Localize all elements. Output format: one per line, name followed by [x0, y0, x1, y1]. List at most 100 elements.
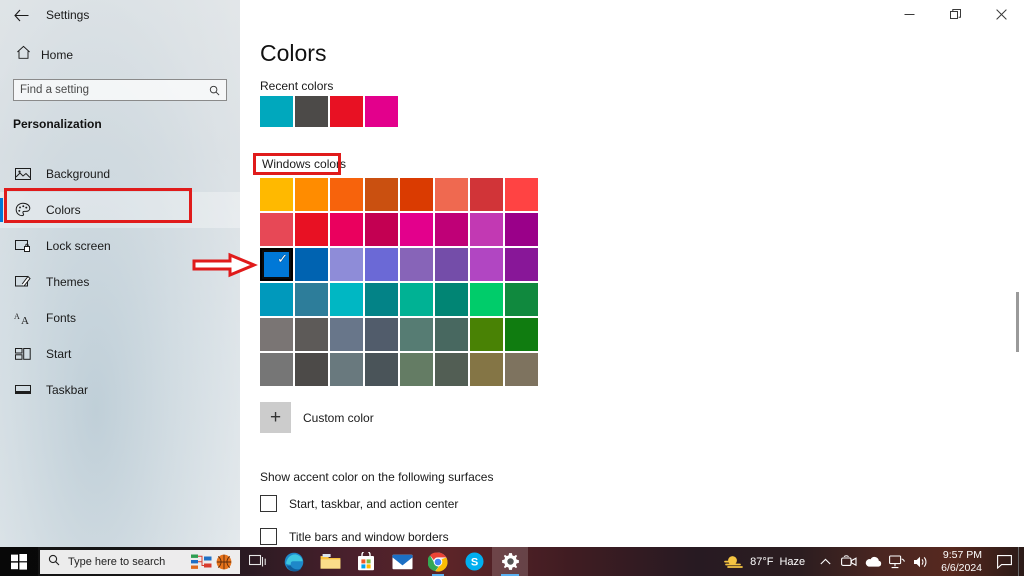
windows-color-swatch[interactable]: [435, 248, 468, 281]
taskbar-app-settings[interactable]: [492, 547, 528, 576]
tray-onedrive-button[interactable]: [861, 547, 885, 576]
windows-color-swatch[interactable]: [295, 283, 328, 316]
taskbar-task-view-button[interactable]: [240, 547, 276, 576]
show-desktop-button[interactable]: [1018, 547, 1024, 576]
recent-color-swatch[interactable]: [365, 96, 398, 127]
windows-color-swatch[interactable]: [295, 318, 328, 351]
close-icon: [995, 8, 1007, 20]
windows-color-swatch-selected[interactable]: ✓: [260, 248, 293, 281]
checkbox-title-bars-window-borders[interactable]: Title bars and window borders: [260, 528, 449, 545]
custom-color-button[interactable]: + Custom color: [260, 402, 374, 433]
windows-color-swatch[interactable]: [400, 353, 433, 386]
windows-color-swatch[interactable]: [435, 283, 468, 316]
checkbox-start-taskbar-action-center[interactable]: Start, taskbar, and action center: [260, 495, 458, 512]
sidebar-item-background[interactable]: Background: [0, 156, 240, 192]
windows-color-swatch[interactable]: [470, 178, 503, 211]
windows-color-swatch[interactable]: [505, 283, 538, 316]
windows-color-swatch[interactable]: [400, 248, 433, 281]
start-button[interactable]: [0, 547, 38, 576]
windows-color-swatch[interactable]: [330, 283, 363, 316]
windows-color-swatch[interactable]: [435, 318, 468, 351]
taskbar-app-edge[interactable]: [276, 547, 312, 576]
windows-color-swatch[interactable]: [260, 318, 293, 351]
tray-clock[interactable]: 9:57 PM 6/6/2024: [933, 547, 990, 576]
tray-weather-widget[interactable]: 87°F Haze: [716, 547, 813, 576]
windows-color-swatch[interactable]: [470, 283, 503, 316]
svg-text:A: A: [14, 312, 20, 321]
checkbox-box[interactable]: [260, 495, 277, 512]
taskbar-app-skype[interactable]: S: [456, 547, 492, 576]
back-button[interactable]: [6, 2, 36, 28]
windows-color-swatch[interactable]: [505, 178, 538, 211]
sidebar-item-taskbar[interactable]: Taskbar: [0, 372, 240, 408]
taskbar-search-box[interactable]: Type here to search: [40, 549, 240, 574]
maximize-button[interactable]: [932, 0, 978, 28]
windows-color-swatch[interactable]: [295, 213, 328, 246]
windows-color-swatch[interactable]: [365, 178, 398, 211]
windows-color-swatch[interactable]: [505, 318, 538, 351]
windows-color-swatch[interactable]: [295, 353, 328, 386]
minimize-button[interactable]: [886, 0, 932, 28]
windows-color-swatch[interactable]: [365, 248, 398, 281]
sidebar-item-fonts[interactable]: A A Fonts: [0, 300, 240, 336]
mail-icon: [391, 554, 413, 569]
windows-color-swatch[interactable]: [365, 283, 398, 316]
windows-color-swatch[interactable]: [470, 318, 503, 351]
windows-color-swatch[interactable]: [260, 178, 293, 211]
tray-show-hidden-icons-button[interactable]: [813, 547, 837, 576]
close-button[interactable]: [978, 0, 1024, 28]
minimize-icon: [904, 13, 914, 15]
recent-color-swatch[interactable]: [260, 96, 293, 127]
recent-color-swatch[interactable]: [295, 96, 328, 127]
taskbar-app-chrome[interactable]: [420, 547, 456, 576]
windows-color-swatch[interactable]: [365, 318, 398, 351]
windows-color-swatch[interactable]: [330, 318, 363, 351]
windows-color-swatch[interactable]: [400, 178, 433, 211]
sidebar-item-label: Start: [46, 347, 72, 361]
windows-color-swatch[interactable]: [505, 248, 538, 281]
windows-color-swatch[interactable]: [330, 353, 363, 386]
windows-color-swatch[interactable]: [260, 353, 293, 386]
windows-color-swatch[interactable]: [260, 283, 293, 316]
windows-color-swatch[interactable]: [260, 213, 293, 246]
windows-color-swatch[interactable]: [365, 353, 398, 386]
content-scrollbar[interactable]: [1016, 292, 1019, 352]
windows-color-swatch[interactable]: [400, 213, 433, 246]
tray-weather-desc: Haze: [779, 555, 806, 568]
settings-gear-icon: [501, 553, 519, 570]
sidebar-item-start[interactable]: Start: [0, 336, 240, 372]
windows-color-swatch[interactable]: [435, 213, 468, 246]
windows-color-swatch[interactable]: [470, 213, 503, 246]
taskbar-app-store[interactable]: [348, 547, 384, 576]
checkbox-box[interactable]: [260, 528, 277, 545]
home-icon: [16, 45, 31, 65]
windows-color-swatch[interactable]: [400, 283, 433, 316]
search-input[interactable]: Find a setting: [13, 79, 227, 101]
windows-color-swatch[interactable]: [330, 248, 363, 281]
recent-color-swatch[interactable]: [330, 96, 363, 127]
taskbar-app-file-explorer[interactable]: [312, 547, 348, 576]
action-center-button[interactable]: [990, 547, 1018, 576]
basketball-icon[interactable]: [216, 554, 232, 570]
tray-meet-now-button[interactable]: [837, 547, 861, 576]
windows-color-swatch[interactable]: [400, 318, 433, 351]
windows-color-swatch[interactable]: [365, 213, 398, 246]
windows-color-swatch[interactable]: [330, 213, 363, 246]
windows-color-swatch[interactable]: [470, 353, 503, 386]
windows-color-swatch[interactable]: [505, 353, 538, 386]
windows-color-swatch[interactable]: [470, 248, 503, 281]
windows-start-icon: [11, 553, 27, 570]
tray-network-button[interactable]: [885, 547, 909, 576]
taskbar-app-mail[interactable]: [384, 547, 420, 576]
windows-color-swatch[interactable]: [295, 248, 328, 281]
windows-color-swatch[interactable]: [330, 178, 363, 211]
windows-color-swatch[interactable]: [295, 178, 328, 211]
windows-color-swatch[interactable]: [435, 353, 468, 386]
sidebar-item-colors[interactable]: Colors: [0, 192, 240, 228]
tray-volume-button[interactable]: [909, 547, 933, 576]
task-view-icon[interactable]: [191, 554, 213, 570]
sidebar-item-home[interactable]: Home: [10, 44, 230, 66]
windows-color-swatch[interactable]: [505, 213, 538, 246]
windows-color-swatch[interactable]: [435, 178, 468, 211]
palette-icon: [14, 201, 32, 219]
